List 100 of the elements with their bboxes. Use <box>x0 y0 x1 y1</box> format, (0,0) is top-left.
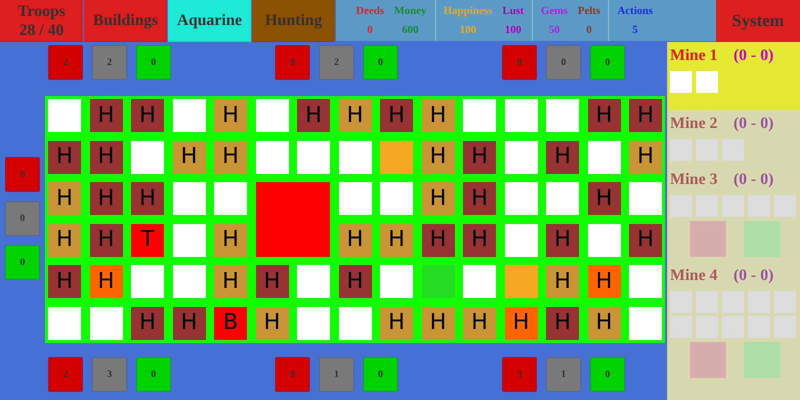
map-tile[interactable]: H <box>172 140 206 174</box>
map-tile[interactable]: H <box>256 306 288 340</box>
map-tile[interactable]: H <box>588 306 620 340</box>
map-tile[interactable]: H <box>131 99 164 132</box>
map-tile[interactable]: H <box>463 306 496 340</box>
map-tile[interactable]: H <box>629 99 662 132</box>
counter-button[interactable]: 1 <box>319 357 354 392</box>
map-tile[interactable]: H <box>90 182 122 215</box>
map-tile[interactable]: H <box>546 224 579 256</box>
map-tile[interactable] <box>338 140 372 174</box>
tab[interactable]: Troops 28 / 40 <box>0 0 83 42</box>
map-tile[interactable] <box>588 224 620 256</box>
counter-button[interactable]: 0 <box>590 45 625 80</box>
map-tile[interactable]: H <box>588 265 620 298</box>
counter-button[interactable]: 0 <box>546 45 581 80</box>
map-tile[interactable]: H <box>380 224 413 256</box>
map-tile[interactable]: H <box>48 182 81 215</box>
counter-button[interactable]: 0 <box>363 357 398 392</box>
map-tile[interactable]: H <box>588 99 620 132</box>
counter-button[interactable]: 3 <box>92 357 127 392</box>
map-tile[interactable]: H <box>297 99 330 132</box>
map-tile[interactable]: H <box>90 265 122 298</box>
map-tile[interactable]: H <box>463 140 496 174</box>
map-tile[interactable] <box>297 306 330 340</box>
map-tile[interactable]: H <box>422 306 454 340</box>
map-tile[interactable] <box>338 306 372 340</box>
map-tile[interactable]: H <box>48 224 81 256</box>
counter-button[interactable]: 0 <box>275 45 310 80</box>
map-tile[interactable]: H <box>422 140 454 174</box>
map-tile[interactable]: H <box>380 99 413 132</box>
counter-button[interactable]: 0 <box>136 357 171 392</box>
map-tile[interactable] <box>629 182 662 215</box>
map-tile[interactable] <box>256 140 288 174</box>
map-tile[interactable] <box>48 306 81 340</box>
map-tile[interactable]: H <box>422 99 454 132</box>
tab[interactable]: Buildings <box>84 0 167 42</box>
map-tile[interactable] <box>380 265 413 298</box>
map-tile[interactable] <box>504 140 538 174</box>
map-tile[interactable] <box>546 99 579 132</box>
map-tile[interactable] <box>297 265 330 298</box>
map-tile[interactable]: H <box>214 265 247 298</box>
map-tile[interactable] <box>90 306 122 340</box>
counter-button[interactable]: 0 <box>502 45 537 80</box>
counter-button[interactable]: 0 <box>136 45 171 80</box>
tab[interactable]: Hunting <box>252 0 335 42</box>
map-tile[interactable] <box>380 182 413 215</box>
map-tile[interactable] <box>504 224 538 256</box>
map-tile[interactable]: H <box>629 224 662 256</box>
map-tile[interactable] <box>131 140 164 174</box>
map-tile[interactable]: H <box>463 224 496 256</box>
map-tile[interactable]: H <box>546 306 579 340</box>
map-tile[interactable] <box>131 265 164 298</box>
counter-button[interactable]: 2 <box>48 45 83 80</box>
map-tile[interactable] <box>588 140 620 174</box>
counter-button[interactable]: 0 <box>275 357 310 392</box>
map-tile[interactable]: H <box>546 140 579 174</box>
map-tile[interactable]: H <box>131 306 164 340</box>
map-tile[interactable] <box>629 306 662 340</box>
map-tile[interactable]: H <box>504 306 538 340</box>
map-tile[interactable]: B <box>214 306 247 340</box>
map-tile[interactable] <box>172 182 206 215</box>
system-button[interactable]: System <box>716 0 800 42</box>
map-tile[interactable]: H <box>214 224 247 256</box>
map-tile[interactable]: H <box>214 140 247 174</box>
map-tile[interactable] <box>504 182 538 215</box>
map-tile[interactable]: H <box>214 99 247 132</box>
map-tile[interactable]: H <box>48 140 81 174</box>
map-tile[interactable]: H <box>422 224 454 256</box>
map-tile[interactable] <box>504 265 538 298</box>
map-tile[interactable] <box>463 99 496 132</box>
counter-button[interactable]: 0 <box>363 45 398 80</box>
map-tile[interactable]: H <box>90 224 122 256</box>
map-tile[interactable]: H <box>131 182 164 215</box>
map-tile[interactable]: H <box>422 182 454 215</box>
map-tile[interactable] <box>172 265 206 298</box>
tab[interactable]: Aquarine <box>168 0 251 42</box>
map-tile[interactable]: H <box>48 265 81 298</box>
map-tile[interactable]: H <box>338 224 372 256</box>
counter-button[interactable]: 0 <box>5 245 40 280</box>
map-tile[interactable] <box>214 182 247 215</box>
map-tile[interactable] <box>172 224 206 256</box>
map-tile[interactable] <box>172 99 206 132</box>
map-tile[interactable]: H <box>256 265 288 298</box>
map-tile[interactable] <box>256 182 330 256</box>
map-tile[interactable]: H <box>588 182 620 215</box>
counter-button[interactable]: 1 <box>546 357 581 392</box>
map-tile[interactable]: H <box>463 182 496 215</box>
map-tile[interactable]: H <box>546 265 579 298</box>
map-tile[interactable] <box>463 265 496 298</box>
counter-button[interactable]: 0 <box>5 157 40 192</box>
map-tile[interactable]: H <box>90 99 122 132</box>
map-tile[interactable]: H <box>172 306 206 340</box>
counter-button[interactable]: 0 <box>5 201 40 236</box>
map-tile[interactable] <box>422 265 454 298</box>
counter-button[interactable]: 0 <box>590 357 625 392</box>
map-tile[interactable]: H <box>338 99 372 132</box>
map-tile[interactable] <box>546 182 579 215</box>
mine-slot[interactable] <box>670 71 692 93</box>
counter-button[interactable]: 2 <box>48 357 83 392</box>
map-tile[interactable] <box>629 265 662 298</box>
